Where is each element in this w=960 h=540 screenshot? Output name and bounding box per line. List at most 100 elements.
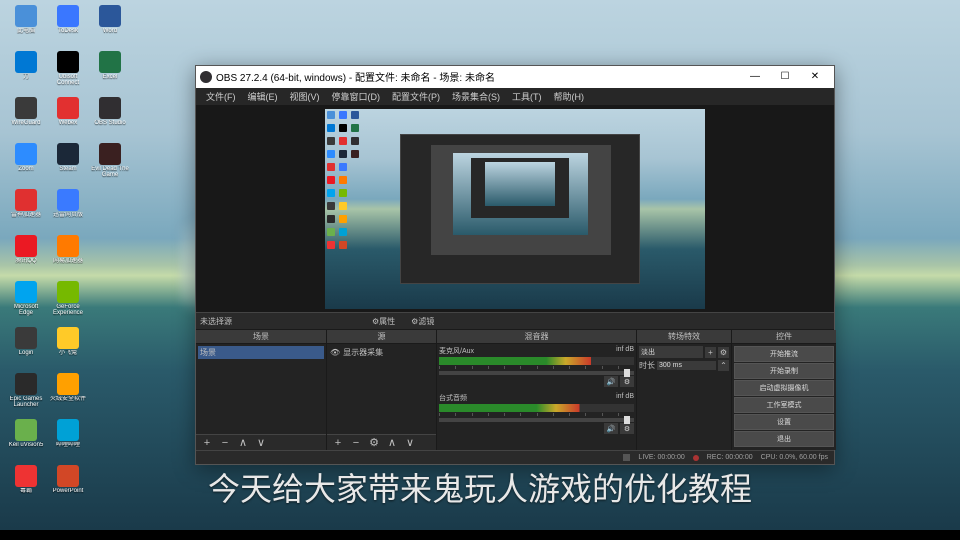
visibility-icon[interactable]: 👁: [330, 348, 340, 357]
remove-source-button[interactable]: −: [349, 437, 363, 449]
source-up-button[interactable]: ∧: [385, 436, 399, 449]
minimize-button[interactable]: —: [740, 67, 770, 87]
desktop-icons-grid: 此电脑ToDeskWord 刀Ubisoft ConnectExcel WireGu…: [5, 5, 131, 509]
menu-item[interactable]: 帮助(H): [548, 88, 591, 105]
evil-icon: [99, 143, 121, 165]
sources-list[interactable]: 👁 显示器采集: [327, 344, 436, 434]
add-scene-button[interactable]: +: [200, 437, 214, 449]
desktop-icon[interactable]: Login: [5, 327, 47, 371]
maximize-button[interactable]: ☐: [770, 67, 800, 87]
add-source-button[interactable]: +: [331, 437, 345, 449]
gear-icon[interactable]: ⚙: [620, 376, 634, 387]
transitions-content: 淡出+⚙ 时长300 ms⌃: [637, 344, 731, 450]
desktop-icon[interactable]: 小飞兔: [47, 327, 89, 371]
remove-scene-button[interactable]: −: [218, 437, 232, 449]
duration-spinner[interactable]: ⌃: [718, 360, 729, 371]
desktop-icon[interactable]: 网易加速器: [47, 235, 89, 279]
todesk-icon: [57, 5, 79, 27]
volume-slider[interactable]: [439, 371, 634, 375]
mute-button[interactable]: 🔊: [604, 423, 618, 434]
obs-icon: [99, 97, 121, 119]
excel-icon: [99, 51, 121, 73]
menu-item[interactable]: 视图(V): [284, 88, 326, 105]
docks-row: 场景 场景 + − ∧ ∨ 源 👁 显示器采集 +: [196, 330, 834, 450]
desktop-icon[interactable]: Epic Games Launcher: [5, 373, 47, 417]
desktop-icon[interactable]: 迅雷网页版: [47, 189, 89, 233]
window-titlebar[interactable]: OBS 27.2.4 (64-bit, windows) - 配置文件: 未命名…: [196, 66, 834, 88]
desktop-icon[interactable]: Evil Dead The Game: [89, 143, 131, 187]
transition-props-button[interactable]: ⚙: [718, 347, 729, 358]
desktop-icon[interactable]: 此电脑: [5, 5, 47, 49]
properties-button[interactable]: ⚙属性: [368, 315, 399, 328]
source-toolbar: 未选择源 ⚙属性 ⚙滤镜: [196, 312, 834, 330]
desktop-icon[interactable]: OBS Studio: [89, 97, 131, 141]
desktop-icon[interactable]: Steam: [47, 143, 89, 187]
transition-select[interactable]: 淡出: [639, 346, 703, 358]
fire-icon: [57, 235, 79, 257]
settings-button[interactable]: 设置: [734, 414, 834, 430]
folder-icon: [57, 327, 79, 349]
obs-icon: [200, 71, 212, 83]
volume-slider[interactable]: [439, 418, 634, 422]
desktop-icon[interactable]: 刀: [5, 51, 47, 95]
desktop-icon[interactable]: Ubisoft Connect: [47, 51, 89, 95]
preview-canvas: [325, 109, 705, 309]
menu-item[interactable]: 文件(F): [200, 88, 242, 105]
wg-icon: [15, 97, 37, 119]
desktop-icon[interactable]: GeForce Experience: [47, 281, 89, 325]
scenes-list[interactable]: 场景: [196, 344, 326, 434]
menu-item[interactable]: 编辑(E): [242, 88, 284, 105]
epic-icon: [15, 373, 37, 395]
desktop-wallpaper[interactable]: 此电脑ToDeskWord 刀Ubisoft ConnectExcel WireGu…: [0, 0, 960, 530]
start-recording-button[interactable]: 开始录制: [734, 363, 834, 379]
sources-panel: 源 👁 显示器采集 + − ⚙ ∧ ∨: [326, 330, 436, 450]
desktop-icon[interactable]: WireGuard: [5, 97, 47, 141]
scene-up-button[interactable]: ∧: [236, 436, 250, 449]
close-button[interactable]: ✕: [800, 67, 830, 87]
virtual-camera-button[interactable]: 启动虚拟摄像机: [734, 380, 834, 396]
desktop-icon[interactable]: Word: [89, 5, 131, 49]
taskbar[interactable]: [0, 530, 960, 540]
studio-mode-button[interactable]: 工作室模式: [734, 397, 834, 413]
filters-button[interactable]: ⚙滤镜: [407, 315, 438, 328]
menu-item[interactable]: 场景集合(S): [446, 88, 506, 105]
scene-down-button[interactable]: ∨: [254, 436, 268, 449]
desktop-icon[interactable]: Zoom: [5, 143, 47, 187]
icon-label: OBS Studio: [90, 120, 130, 126]
desktop-icon[interactable]: Microsoft Edge: [5, 281, 47, 325]
desktop-icon[interactable]: Webex: [47, 97, 89, 141]
icon-label: Steam: [48, 166, 88, 172]
menu-item[interactable]: 配置文件(P): [386, 88, 446, 105]
start-streaming-button[interactable]: 开始推流: [734, 346, 834, 362]
source-props-button[interactable]: ⚙: [367, 436, 381, 449]
scene-item[interactable]: 场景: [198, 346, 324, 359]
desktop-icon[interactable]: 火绒安全软件: [47, 373, 89, 417]
icon-label: Evil Dead The Game: [90, 166, 130, 178]
menu-item[interactable]: 工具(T): [506, 88, 548, 105]
word-icon: [99, 5, 121, 27]
preview-area[interactable]: [196, 105, 834, 312]
exit-button[interactable]: 退出: [734, 431, 834, 447]
gear-icon[interactable]: ⚙: [620, 423, 634, 434]
desktop-icon[interactable]: Keil uVision5: [5, 419, 47, 463]
login-icon: [15, 327, 37, 349]
scenes-panel: 场景 场景 + − ∧ ∨: [196, 330, 326, 450]
mute-button[interactable]: 🔊: [604, 376, 618, 387]
source-down-button[interactable]: ∨: [403, 436, 417, 449]
gf-icon: [57, 281, 79, 303]
transitions-panel: 转场特效 淡出+⚙ 时长300 ms⌃: [636, 330, 731, 450]
desktop-icon[interactable]: 腾讯QQ: [5, 235, 47, 279]
desktop-icon[interactable]: 哔哩哔哩: [47, 419, 89, 463]
icon-label: ToDesk: [48, 28, 88, 34]
source-item[interactable]: 👁 显示器采集: [329, 346, 434, 359]
menu-item[interactable]: 停靠窗口(D): [326, 88, 387, 105]
sources-header: 源: [327, 330, 436, 344]
desktop-icon[interactable]: Excel: [89, 51, 131, 95]
status-cpu: CPU: 0.0%, 60.00 fps: [761, 454, 828, 461]
add-transition-button[interactable]: +: [705, 347, 716, 358]
icon-label: GeForce Experience: [48, 304, 88, 316]
desktop-icon[interactable]: ToDesk: [47, 5, 89, 49]
desktop-icon[interactable]: 雷神加速器: [5, 189, 47, 233]
icon-label: 火绒安全软件: [48, 396, 88, 402]
duration-input[interactable]: 300 ms: [657, 361, 716, 370]
